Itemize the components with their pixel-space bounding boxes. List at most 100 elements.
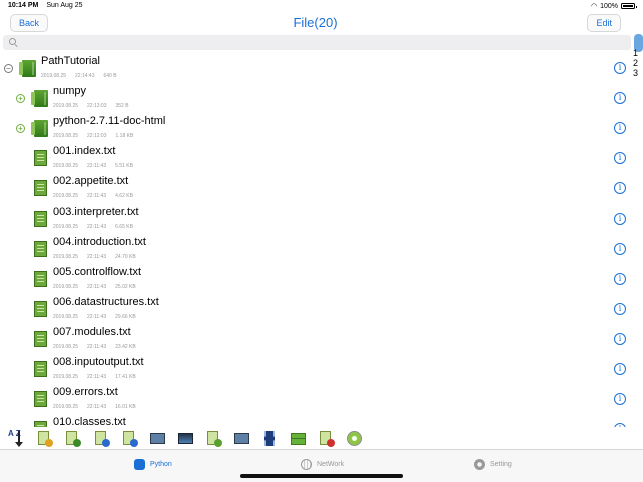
camera-icon[interactable] [233, 430, 250, 447]
file-row[interactable]: 001.index.txt 2019.08.25 22:11:43 5.51 KB i [0, 142, 631, 172]
file-row[interactable]: 008.inputoutput.txt 2019.08.25 22:11:43 17.… [0, 353, 631, 383]
file-row[interactable]: 004.introduction.txt 2019.08.25 22:11:43 24… [0, 233, 631, 263]
index-entry[interactable]: 2 [633, 58, 638, 68]
page-title: File(20) [293, 15, 338, 30]
item-time: 22:11:43 [87, 253, 107, 260]
python-icon [134, 458, 145, 470]
new-file-icon[interactable] [36, 430, 53, 447]
item-size: 16.01 KB [115, 404, 136, 411]
info-icon[interactable]: i [614, 332, 626, 345]
info-icon[interactable]: i [614, 302, 626, 315]
item-size: 25.02 KB [115, 283, 136, 290]
info-icon[interactable]: i [614, 272, 626, 285]
info-icon[interactable]: i [614, 242, 626, 255]
file-row[interactable]: 007.modules.txt 2019.08.25 22:11:43 23.42 K… [0, 323, 631, 353]
item-meta: 2019.08.25 22:11:43 4.62 KB [53, 193, 142, 199]
tab-label: Setting [490, 460, 512, 468]
import-file-icon[interactable] [64, 430, 81, 447]
item-name: 009.errors.txt [53, 386, 118, 399]
edit-button[interactable]: Edit [587, 14, 621, 32]
tab-python[interactable]: Python [134, 457, 172, 471]
item-time: 22:11:43 [87, 313, 107, 320]
expand-icon[interactable]: + [16, 124, 25, 134]
info-icon[interactable]: i [614, 212, 626, 225]
status-bar: 10:14 PM Sun Aug 25 ◠ 100% [0, 0, 643, 12]
index-entry[interactable]: 3 [633, 68, 638, 78]
item-meta: 2019.08.25 22:14:43 640 B [41, 73, 126, 79]
item-date: 2019.08.25 [41, 73, 67, 79]
battery-percent: 100% [600, 2, 618, 10]
item-time: 22:11:43 [87, 374, 107, 380]
file-row[interactable]: 002.appetite.txt 2019.08.25 22:11:43 4.62 K… [0, 172, 631, 202]
file-row[interactable]: 005.controlflow.txt 2019.08.25 22:11:43 25.… [0, 263, 631, 293]
item-name: 006.datastructures.txt [53, 295, 159, 308]
item-name: python-2.7.11-doc-html [53, 115, 166, 128]
film-shape [264, 431, 275, 446]
folder-icon [31, 120, 48, 138]
item-date: 2019.08.25 [53, 163, 79, 170]
back-button[interactable]: Back [10, 14, 49, 32]
file-row[interactable]: 006.datastructures.txt 2019.08.25 22:11:43… [0, 293, 631, 323]
search-bar[interactable] [3, 35, 631, 50]
item-date: 2019.08.25 [53, 343, 79, 350]
status-time: 10:14 PM [8, 2, 39, 9]
info-icon[interactable]: i [614, 62, 626, 74]
item-date: 2019.08.25 [53, 223, 79, 230]
folder-icon [19, 60, 36, 77]
sort-az-icon[interactable]: A Z [8, 430, 25, 447]
text-file-icon [34, 210, 47, 227]
item-date: 2019.08.25 [53, 133, 79, 140]
tree-icon[interactable] [205, 430, 222, 447]
item-name: 001.index.txt [53, 145, 116, 158]
section-index-bar[interactable]: 123 [632, 34, 643, 427]
item-date: 2019.08.25 [53, 404, 79, 411]
folder-row[interactable]: + python-2.7.11-doc-html 2019.08.25 22:12:0… [0, 112, 631, 142]
file-info-icon[interactable] [121, 430, 138, 447]
text-file-icon [34, 270, 47, 287]
delete-icon[interactable] [318, 430, 335, 447]
film-icon[interactable] [261, 430, 278, 447]
box-shape [291, 433, 306, 445]
gear-icon [474, 458, 485, 470]
disc-shape [347, 431, 362, 446]
item-meta: 2019.08.25 22:11:43 23.42 KB [53, 344, 145, 350]
index-entry[interactable]: 1 [633, 48, 638, 58]
info-icon[interactable]: i [614, 393, 626, 406]
item-date: 2019.08.25 [53, 253, 79, 260]
collapse-icon[interactable]: − [4, 64, 13, 73]
download-icon[interactable] [93, 430, 110, 447]
item-size: 17.41 KB [115, 374, 136, 380]
info-icon[interactable]: i [614, 152, 626, 165]
item-date: 2019.08.25 [53, 374, 79, 380]
file-list[interactable]: − PathTutorial 2019.08.25 22:14:43 640 B i + nu… [0, 52, 631, 427]
item-name: PathTutorial [41, 55, 100, 67]
home-indicator[interactable] [240, 474, 403, 478]
down-arrow-icon [15, 431, 23, 447]
item-name: 002.appetite.txt [53, 175, 129, 188]
search-input[interactable] [21, 36, 621, 49]
tab-label: Python [150, 460, 172, 468]
info-icon[interactable]: i [614, 363, 626, 375]
screen-capture-icon[interactable] [149, 430, 166, 447]
expand-icon[interactable]: + [16, 94, 25, 104]
tab-setting[interactable]: Setting [474, 457, 512, 471]
info-icon[interactable]: i [614, 92, 626, 105]
info-icon[interactable]: i [614, 182, 626, 195]
file-row[interactable]: 009.errors.txt 2019.08.25 22:11:43 16.01 KB… [0, 383, 631, 413]
archive-icon[interactable] [290, 430, 307, 447]
item-size: 5.51 KB [115, 163, 133, 170]
disc-icon[interactable] [346, 430, 363, 447]
file-row[interactable]: 003.interpreter.txt 2019.08.25 22:11:43 6.6… [0, 203, 631, 233]
file-row[interactable]: 010.classes.txti [0, 413, 631, 427]
terminal-icon[interactable] [177, 430, 194, 447]
item-name: 010.classes.txt [53, 416, 126, 427]
folder-row[interactable]: − PathTutorial 2019.08.25 22:14:43 640 B i [0, 52, 631, 82]
badge-dot [327, 439, 335, 447]
item-time: 22:11:43 [87, 283, 107, 290]
item-time: 22:11:43 [87, 404, 107, 411]
item-size: 640 B [103, 73, 117, 79]
info-icon[interactable]: i [614, 122, 626, 135]
item-time: 22:11:43 [87, 193, 107, 200]
folder-row[interactable]: + numpy 2019.08.25 22:13:03 352 B i [0, 82, 631, 112]
tab-network[interactable]: NetWork [301, 457, 344, 471]
